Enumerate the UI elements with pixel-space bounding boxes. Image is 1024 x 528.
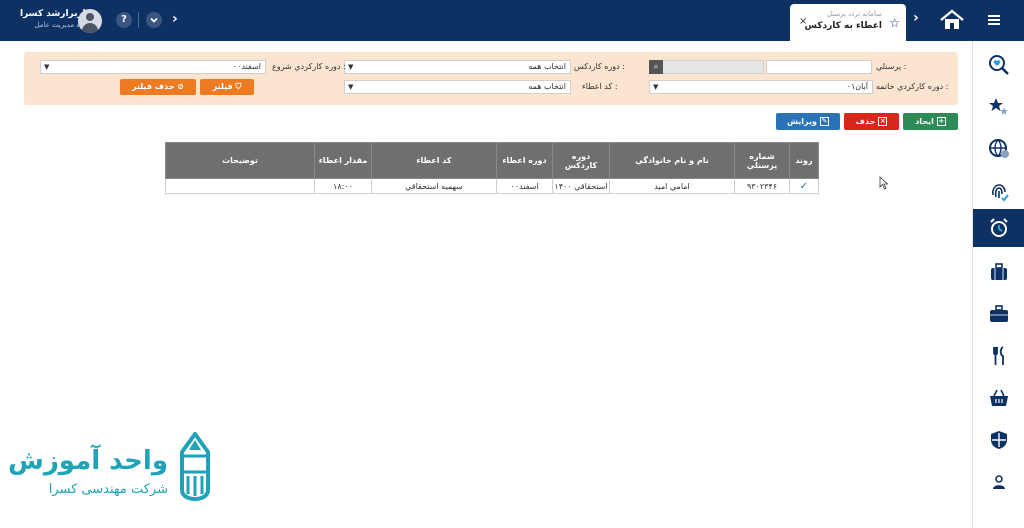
sidebar-item-suitcase[interactable] (973, 253, 1024, 291)
personnel-input[interactable] (766, 60, 872, 74)
clear-icon: ⊘ (177, 82, 184, 91)
cell-grant-code: سهميه استحقاقي (371, 178, 497, 194)
user-gear-icon (993, 475, 1005, 489)
check-icon: ✓ (789, 178, 819, 194)
close-icon: × (878, 117, 888, 126)
home-icon[interactable] (939, 9, 965, 31)
column-header[interactable]: دوره کاردکس (552, 142, 610, 179)
cutlery-icon (993, 346, 1004, 365)
tab-title: اعطاء به کاردکس (804, 21, 882, 31)
cell-full-name: امامي اميد (609, 178, 735, 194)
search-heart-icon (989, 55, 1009, 75)
column-header[interactable]: نام و نام خانوادگي (609, 142, 735, 179)
personnel-name-field: ⌕ (649, 60, 764, 74)
edit-button[interactable]: ويرايش ✎ (776, 113, 840, 130)
pencil-logo-icon (180, 432, 210, 501)
chevron-down-icon: ▼ (653, 83, 659, 91)
sidebar-item-search[interactable] (973, 46, 1024, 84)
column-header[interactable]: دوره اعطاء (496, 142, 553, 179)
create-button[interactable]: ايجاد + (903, 113, 958, 130)
top-bar: کاربرارشد کسرا حوزه مدیریت عامل ? › ساما… (0, 0, 1024, 41)
search-icon[interactable]: ⌕ (649, 60, 663, 74)
cell-grant-period: اسفند۰۰ (496, 178, 553, 194)
chevron-down-icon: ▼ (348, 83, 354, 91)
plus-icon: + (936, 117, 946, 126)
sidebar (972, 41, 1024, 528)
company-logo: واحد آموزش شرکت مهندسی کسرا (7, 432, 218, 512)
column-header[interactable]: توضيحات (165, 142, 315, 179)
close-icon[interactable]: × (799, 16, 807, 27)
edit-icon: ✎ (820, 117, 829, 126)
chevron-down-icon[interactable] (146, 12, 162, 28)
chevron-down-icon: ▼ (348, 63, 354, 71)
alarm-clock-icon (990, 218, 1008, 237)
globe-icon (989, 139, 1009, 158)
column-header[interactable]: مقدار اعطاء (314, 142, 372, 179)
chevron-down-icon: ▼ (44, 63, 50, 71)
cell-personnel-no: ۹۳۰۲۳۴۶ (734, 178, 790, 194)
funnel-icon: ⛉ (235, 82, 242, 91)
tab-grant-to-kardex[interactable]: سامانه تردد پرسنل اعطاء به کاردکس × ☆ (790, 4, 906, 41)
header-divider (138, 12, 139, 28)
sidebar-item-globe[interactable] (973, 130, 1024, 168)
mouse-cursor-icon (879, 176, 889, 190)
sidebar-item-briefcase[interactable] (973, 295, 1024, 333)
sidebar-item-user-settings[interactable] (973, 463, 1024, 501)
end-period-select[interactable]: ▼ آبان۰۱ (649, 80, 873, 94)
cell-grant-amount: ۱۸:۰۰ (314, 178, 372, 194)
chevron-right-icon[interactable]: › (172, 11, 178, 27)
help-button[interactable]: ? (116, 12, 132, 28)
start-period-select[interactable]: ▼ اسفند۰۰ (40, 60, 266, 74)
column-header[interactable]: کد اعطاء (371, 142, 497, 179)
personnel-label: پرسنلي : (876, 62, 907, 71)
tab-system-name: سامانه تردد پرسنل (826, 10, 882, 18)
menu-icon[interactable] (988, 15, 1000, 25)
sidebar-item-basket[interactable] (973, 379, 1024, 417)
filter-panel: پرسنلي : ⌕ دوره کاردکس : ▼ انتخاب همه دو… (24, 52, 958, 105)
user-avatar-icon[interactable] (78, 9, 102, 33)
filter-button[interactable]: فيلتر ⛉ (200, 79, 254, 95)
kardex-period-select[interactable]: ▼ انتخاب همه (344, 60, 571, 74)
table-row[interactable]: ✓ ۹۳۰۲۳۴۶ امامي اميد استحقاقي ۱۴۰۰ اسفند… (165, 178, 819, 194)
cell-description (165, 178, 315, 194)
sidebar-item-attendance[interactable] (973, 209, 1024, 247)
grant-code-label: کد اعطاء : (582, 82, 618, 91)
shield-icon (991, 431, 1007, 449)
sidebar-item-security[interactable] (973, 421, 1024, 459)
fingerprint-icon (992, 184, 1009, 202)
column-header[interactable]: روند (789, 142, 819, 179)
kardex-period-label: دوره کاردکس : (574, 62, 625, 71)
chevron-right-icon[interactable]: › (913, 10, 919, 26)
logo-subtitle: شرکت مهندسی کسرا (48, 482, 168, 497)
sidebar-item-favorites[interactable] (973, 88, 1024, 126)
stars-icon (989, 98, 1008, 115)
grant-code-select[interactable]: ▼ انتخاب همه (344, 80, 571, 94)
logo-title: واحد آموزش (7, 446, 168, 476)
sidebar-item-restaurant[interactable] (973, 337, 1024, 375)
grant-table: روند شماره پرسنلي نام و نام خانوادگي دور… (165, 142, 819, 194)
sidebar-item-fingerprint[interactable] (973, 172, 1024, 210)
start-period-label: دوره کارکردي شروع : (272, 62, 346, 71)
suitcase-icon (991, 263, 1007, 280)
briefcase-icon (990, 305, 1008, 322)
cell-kardex-period: استحقاقي ۱۴۰۰ (552, 178, 610, 194)
table-header-row: روند شماره پرسنلي نام و نام خانوادگي دور… (165, 142, 819, 179)
column-header[interactable]: شماره پرسنلي (734, 142, 790, 179)
basket-icon (990, 389, 1008, 406)
delete-button[interactable]: حذف × (844, 113, 899, 130)
clear-filter-button[interactable]: حذف فيلتر ⊘ (120, 79, 196, 95)
star-icon[interactable]: ☆ (889, 16, 900, 30)
end-period-label: دوره کارکردي خاتمه : (876, 82, 949, 91)
